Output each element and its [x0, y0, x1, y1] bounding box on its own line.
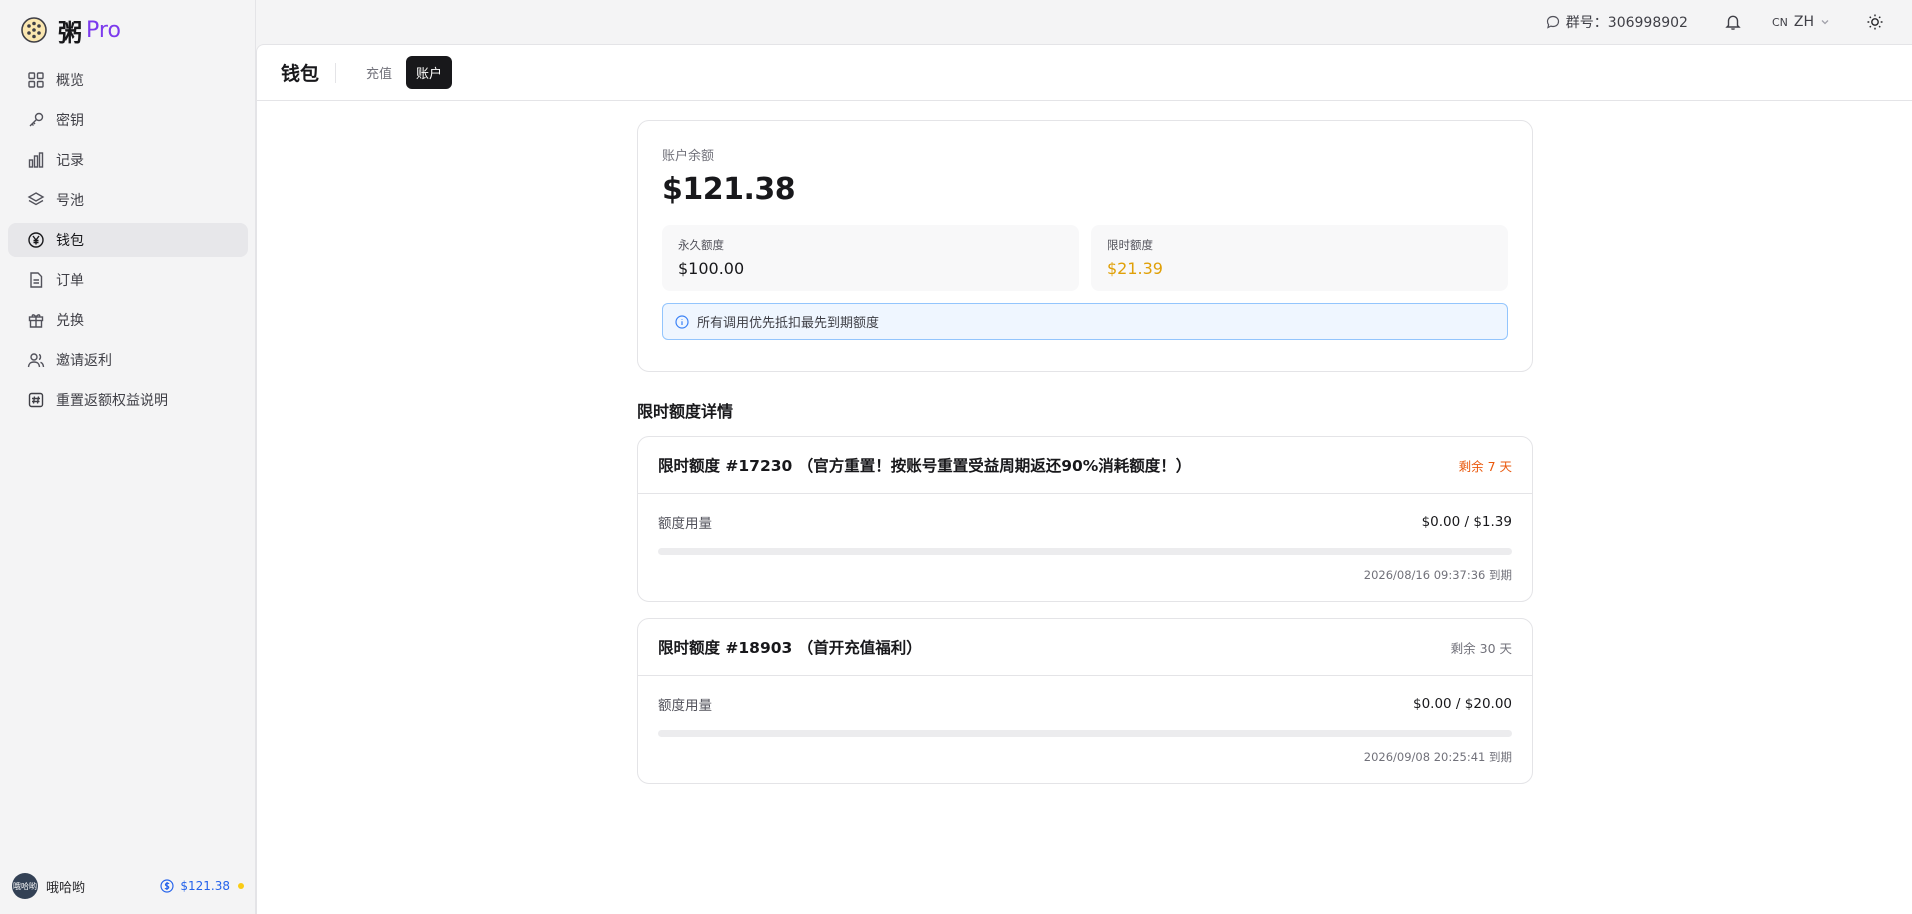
limited-quota-body: 额度用量 $0.00 / $1.39 2026/08/16 09:37:36 到…: [638, 494, 1532, 601]
info-icon: [675, 314, 689, 329]
gift-icon: [26, 310, 46, 330]
app-badge: Pro: [86, 17, 121, 43]
sidebar-item-wallet[interactable]: 钱包: [8, 223, 248, 257]
usage-progress-bar: [658, 730, 1512, 737]
wallet-content: 账户余额 $121.38 永久额度 $100.00 限时额度 $21.39 所有…: [637, 120, 1533, 800]
topbar-actions: 群号：306998902 CN ZH: [1546, 12, 1884, 32]
topbar: 群号：306998902 CN ZH: [256, 0, 1912, 44]
balance-card: 账户余额 $121.38 永久额度 $100.00 限时额度 $21.39 所有…: [637, 120, 1533, 372]
sidebar-item-label: 邀请返利: [56, 353, 112, 369]
limited-quota-body: 额度用量 $0.00 / $20.00 2026/09/08 20:25:41 …: [638, 676, 1532, 783]
yen-icon: [26, 230, 46, 250]
group-number-label: 群号：306998902: [1565, 15, 1688, 31]
chevron-down-icon: [1821, 20, 1829, 25]
user-balance-amount: $121.38: [180, 879, 230, 893]
limited-quota-header: 限时额度 #18903 （首开充值福利） 剩余 30 天: [638, 619, 1532, 676]
usage-row: 额度用量 $0.00 / $20.00: [658, 694, 1512, 714]
limited-quota-label: 限时额度: [1107, 238, 1153, 252]
tab-recharge[interactable]: 充值: [356, 56, 402, 89]
limited-quota-title: 限时额度 #18903 （首开充值福利）: [658, 639, 922, 657]
usage-label: 额度用量: [658, 698, 712, 714]
header-divider: [335, 62, 337, 83]
sidebar-item-pool[interactable]: 号池: [8, 183, 248, 217]
limited-quota-card: 限时额度 #17230 （官方重置！按账号重置受益周期返还90%消耗额度！） 剩…: [637, 436, 1533, 602]
app-logo[interactable]: 粥 Pro: [20, 14, 121, 47]
sun-icon[interactable]: [1866, 13, 1884, 31]
key-icon: [26, 110, 46, 130]
chat-bubble-icon: [1546, 15, 1559, 29]
bar-chart-icon: [26, 150, 46, 170]
expire-time: 2026/08/16 09:37:36 到期: [1363, 568, 1512, 582]
bell-icon[interactable]: [1724, 13, 1742, 31]
limited-quota-box: 限时额度 $21.39: [1091, 225, 1508, 291]
usage-row: 额度用量 $0.00 / $1.39: [658, 512, 1512, 532]
sidebar-nav: 概览 密钥 记录 号池 钱包 订单 兑换 邀请返利 重置返额权益说明: [8, 63, 248, 423]
sidebar-item-keys[interactable]: 密钥: [8, 103, 248, 137]
permanent-quota-value: $100.00: [678, 259, 745, 278]
balance-amount: $121.38: [662, 172, 796, 207]
users-icon: [26, 350, 46, 370]
sidebar-item-label: 记录: [56, 153, 84, 169]
sidebar-item-label: 订单: [56, 273, 84, 289]
remaining-days-badge: 剩余 30 天: [1450, 640, 1512, 656]
group-number[interactable]: 群号：306998902: [1546, 12, 1688, 32]
sidebar-item-orders[interactable]: 订单: [8, 263, 248, 297]
quota-row: 永久额度 $100.00 限时额度 $21.39: [662, 225, 1508, 291]
limited-section-title: 限时额度详情: [637, 402, 734, 421]
balance-label: 账户余额: [662, 149, 715, 164]
usage-progress-bar: [658, 548, 1512, 555]
avatar: 哦哈哟: [12, 873, 38, 899]
username: 哦哈哟: [46, 880, 86, 896]
limited-quota-value: $21.39: [1107, 259, 1163, 278]
language-code: CN: [1771, 15, 1788, 29]
dice-logo-icon: [20, 16, 48, 44]
sidebar-item-label: 兑换: [56, 313, 84, 329]
info-notice: 所有调用优先抵扣最先到期额度: [662, 303, 1508, 340]
language-label: ZH: [1793, 14, 1814, 30]
sidebar-item-records[interactable]: 记录: [8, 143, 248, 177]
page-header: 钱包 充值 账户: [257, 45, 1912, 101]
hash-icon: [26, 390, 46, 410]
sidebar-item-redeem[interactable]: 兑换: [8, 303, 248, 337]
usage-label: 额度用量: [658, 516, 712, 532]
usage-value: $0.00 / $1.39: [1421, 514, 1512, 530]
page-title: 钱包: [281, 63, 320, 85]
sidebar-item-invite[interactable]: 邀请返利: [8, 343, 248, 377]
file-icon: [26, 270, 46, 290]
dollar-coin-icon: [160, 879, 174, 893]
permanent-quota-label: 永久额度: [678, 238, 724, 252]
grid-icon: [26, 70, 46, 90]
user-balance[interactable]: $121.38: [160, 879, 244, 893]
limited-quota-card: 限时额度 #18903 （首开充值福利） 剩余 30 天 额度用量 $0.00 …: [637, 618, 1533, 784]
remaining-days-badge: 剩余 7 天: [1458, 458, 1512, 474]
sidebar: 粥 Pro 概览 密钥 记录 号池 钱包 订单 兑换 邀请返利 重置返额权益说明…: [0, 0, 256, 914]
info-notice-text: 所有调用优先抵扣最先到期额度: [697, 316, 880, 331]
sidebar-item-label: 重置返额权益说明: [56, 393, 168, 409]
usage-value: $0.00 / $20.00: [1412, 696, 1512, 712]
permanent-quota-box: 永久额度 $100.00: [662, 225, 1079, 291]
layers-icon: [26, 190, 46, 210]
sidebar-item-label: 号池: [56, 193, 84, 209]
expire-time: 2026/09/08 20:25:41 到期: [1363, 750, 1512, 764]
tab-account[interactable]: 账户: [406, 56, 453, 89]
sidebar-item-reset-rights[interactable]: 重置返额权益说明: [8, 383, 248, 417]
language-switcher[interactable]: CN ZH: [1772, 14, 1830, 30]
sidebar-item-label: 密钥: [56, 113, 84, 129]
main-panel: 钱包 充值 账户 账户余额 $121.38 永久额度 $100.00 限时额度 …: [256, 44, 1912, 914]
sidebar-item-overview[interactable]: 概览: [8, 63, 248, 97]
sidebar-item-label: 概览: [56, 73, 84, 89]
app-name: 粥: [58, 18, 82, 47]
sidebar-item-label: 钱包: [56, 233, 84, 249]
user-bar[interactable]: 哦哈哟 哦哈哟 $121.38: [0, 858, 256, 914]
status-dot: [238, 883, 244, 889]
limited-quota-header: 限时额度 #17230 （官方重置！按账号重置受益周期返还90%消耗额度！） 剩…: [638, 437, 1532, 494]
limited-quota-title: 限时额度 #17230 （官方重置！按账号重置受益周期返还90%消耗额度！）: [658, 457, 1192, 475]
